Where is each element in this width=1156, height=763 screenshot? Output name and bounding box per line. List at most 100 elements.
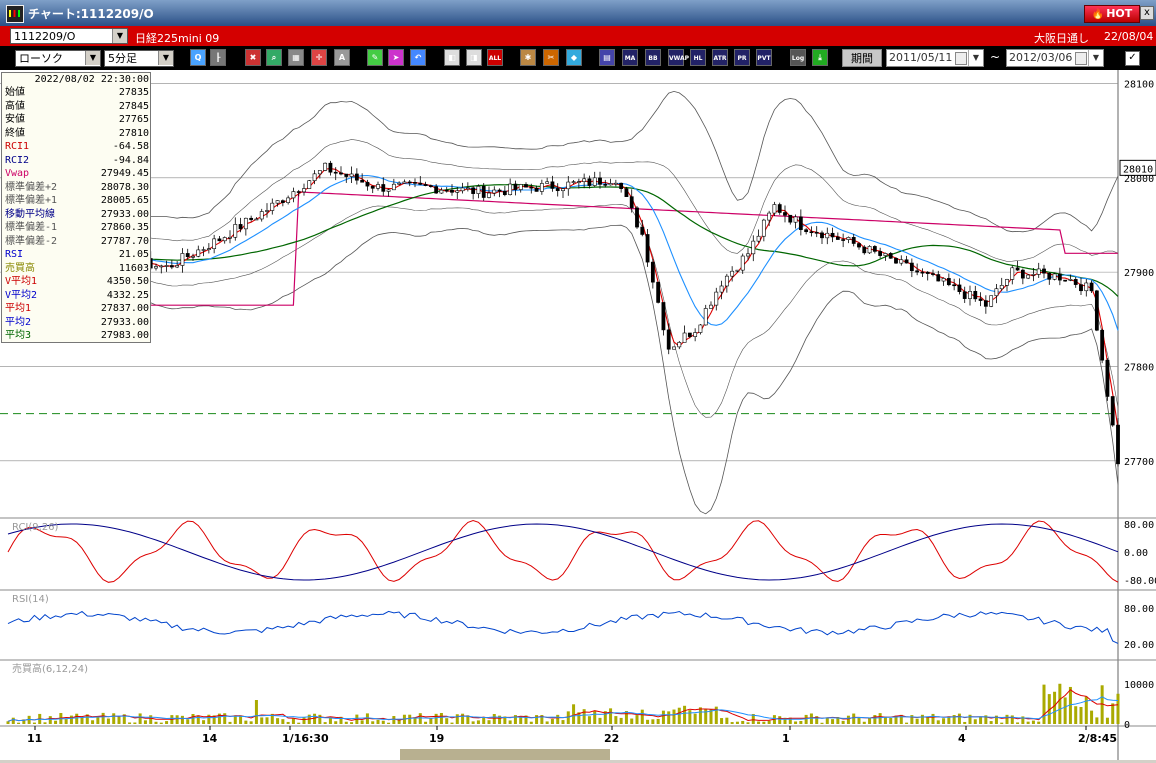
- candle-body: [1079, 284, 1083, 292]
- date-to-field[interactable]: 2012/03/06 ▼: [1006, 49, 1104, 67]
- candle-body: [228, 236, 232, 239]
- date-range-checkbox[interactable]: ✓: [1125, 51, 1140, 66]
- search-icon[interactable]: Q: [190, 49, 206, 66]
- chart-area[interactable]: 28100 28000 27900 27800 27700 28010 80.00 0.00-…: [0, 70, 1156, 760]
- info-label: 標準偏差-2: [5, 235, 58, 247]
- tools-icon[interactable]: ✂: [543, 49, 559, 66]
- hot-button[interactable]: 🔥 HOT: [1084, 5, 1140, 23]
- info-row: 標準偏差+2 28078.30: [4, 181, 150, 194]
- candle-body: [983, 300, 988, 307]
- text-icon[interactable]: A: [334, 49, 350, 66]
- all-button-label: ALL: [488, 55, 502, 62]
- time-scrollbar-thumb[interactable]: [400, 749, 610, 760]
- bb-button[interactable]: BB: [645, 49, 661, 66]
- volume-bar: [767, 720, 771, 724]
- chevron-down-icon[interactable]: ▼: [85, 51, 100, 65]
- calendar-icon[interactable]: [1075, 52, 1087, 65]
- candle-body: [1063, 279, 1068, 282]
- cross-cursor-icon[interactable]: ✛: [311, 49, 327, 66]
- chevron-down-icon[interactable]: ▼: [158, 51, 173, 65]
- candle-body: [555, 188, 560, 192]
- candle-body: [328, 162, 333, 173]
- period-button[interactable]: 期間: [842, 49, 882, 67]
- candle-right-icon[interactable]: ◨: [466, 49, 482, 66]
- candle-body: [576, 181, 581, 183]
- volume-bar: [942, 718, 946, 724]
- candle-body: [1068, 279, 1073, 281]
- candle-body: [825, 232, 830, 239]
- price-axis-label: 27800: [1124, 362, 1154, 373]
- pr-button-label: PR: [737, 55, 747, 62]
- volume-bar: [979, 716, 983, 724]
- chevron-down-icon[interactable]: ▼: [112, 29, 127, 43]
- delete-icon[interactable]: ✖: [245, 49, 261, 66]
- chart-table-icon[interactable]: ▦: [288, 49, 304, 66]
- candle-body: [878, 251, 883, 256]
- volume-bar: [561, 720, 565, 724]
- pr-button[interactable]: PR: [734, 49, 750, 66]
- volume-bar: [43, 722, 47, 724]
- calendar-icon[interactable]: [955, 52, 967, 65]
- zoom-icon[interactable]: ⌕: [266, 49, 282, 66]
- candle-body: [502, 190, 507, 195]
- candle-body: [1094, 290, 1099, 331]
- candle-body: [656, 281, 661, 303]
- volume-bar: [149, 715, 153, 724]
- ma-button[interactable]: MA: [622, 49, 638, 66]
- hl-button[interactable]: HL: [690, 49, 706, 66]
- close-button[interactable]: x: [1140, 6, 1154, 20]
- vwap-button[interactable]: VWAP: [668, 49, 689, 66]
- symbol-code-select[interactable]: 1112209/O ▼: [10, 28, 128, 44]
- candle-body: [857, 243, 861, 248]
- chart-canvas[interactable]: 28100280002790027800277002801080.000.00-…: [0, 70, 1156, 760]
- info-row: V平均1 4350.50: [4, 275, 150, 288]
- volume-bar: [17, 722, 21, 724]
- chart-type-select[interactable]: ローソク ▼: [15, 50, 101, 67]
- candle-body: [344, 173, 349, 177]
- candle-body: [1047, 272, 1052, 280]
- volume-axis-label: 0: [1124, 720, 1130, 731]
- info-value: 27837.00: [100, 303, 149, 314]
- volume-bar: [926, 717, 930, 724]
- volume-bar: [138, 713, 142, 724]
- volume-bar: [656, 718, 660, 724]
- price-axis-label: 27700: [1124, 457, 1154, 468]
- pointer-icon[interactable]: ➤: [388, 49, 404, 66]
- volume-bar: [698, 707, 702, 724]
- chevron-down-icon[interactable]: ▼: [1088, 50, 1103, 66]
- candle-left-icon[interactable]: ◧: [444, 49, 460, 66]
- market-name: 大阪日通し: [1034, 32, 1089, 45]
- candle-body: [767, 212, 772, 221]
- volume-bar: [439, 712, 443, 724]
- export-icon[interactable]: ⤓: [812, 49, 828, 66]
- volume-bar: [392, 716, 396, 724]
- settings-icon[interactable]: ✱: [520, 49, 536, 66]
- atr-button[interactable]: ATR: [712, 49, 728, 66]
- candle-body: [925, 271, 930, 274]
- candle-body: [222, 237, 227, 242]
- volume-bar: [6, 721, 10, 724]
- candle-body: [682, 332, 687, 343]
- rci-axis-label: 80.00: [1124, 520, 1154, 531]
- palette-icon[interactable]: ◆: [566, 49, 582, 66]
- pvt-button[interactable]: PVT: [756, 49, 772, 66]
- draw-line-icon[interactable]: ┠: [210, 49, 226, 66]
- interval-select[interactable]: 5分足 ▼: [104, 50, 174, 67]
- volume-bar: [408, 714, 412, 724]
- volume-bar: [32, 722, 36, 724]
- pen-icon[interactable]: ✎: [367, 49, 383, 66]
- candle-body: [809, 231, 814, 234]
- candle-body: [693, 332, 698, 337]
- log-button[interactable]: Log: [790, 49, 806, 66]
- candle-body: [333, 171, 338, 174]
- info-value: 27983.00: [100, 330, 149, 341]
- chevron-down-icon[interactable]: ▼: [968, 50, 983, 66]
- date-from-field[interactable]: 2011/05/11 ▼: [886, 49, 984, 67]
- volume-bar: [857, 717, 861, 724]
- all-button[interactable]: ALL: [487, 49, 503, 66]
- indicator-table-icon[interactable]: ▤: [599, 49, 615, 66]
- undo-icon[interactable]: ↶: [410, 49, 426, 66]
- candle-body: [386, 189, 391, 192]
- volume-bar: [75, 713, 79, 724]
- volume-bar: [128, 722, 132, 724]
